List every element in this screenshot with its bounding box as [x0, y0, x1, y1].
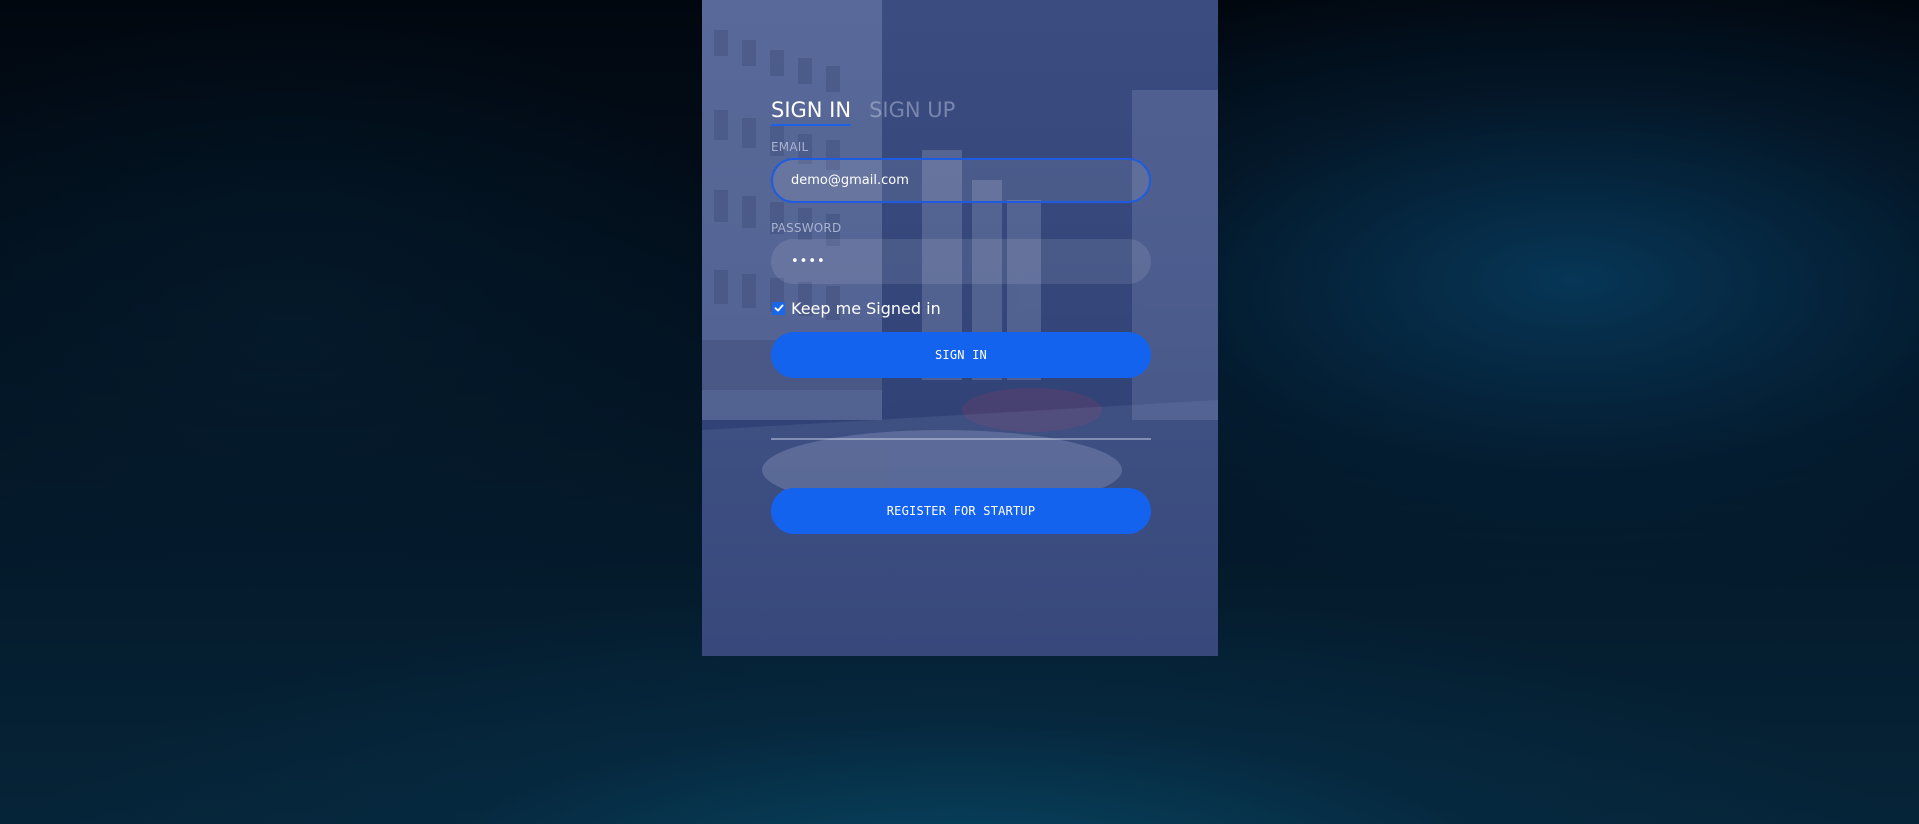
email-value: demo@gmail.com	[791, 173, 909, 188]
tab-sign-in[interactable]: SIGN IN	[771, 97, 852, 126]
email-field[interactable]: demo@gmail.com	[771, 158, 1151, 203]
sign-in-button[interactable]: SIGN IN	[771, 332, 1151, 378]
login-form: SIGN IN SIGN UP EMAIL demo@gmail.com PAS…	[771, 96, 1151, 534]
password-field[interactable]: ••••	[771, 239, 1151, 284]
keep-signed-in-row: Keep me Signed in	[771, 298, 1151, 318]
checkmark-icon	[774, 304, 783, 312]
password-label: PASSWORD	[771, 221, 842, 235]
keep-signed-in-checkbox[interactable]	[772, 301, 785, 315]
email-label: EMAIL	[771, 140, 809, 154]
auth-tabs: SIGN IN SIGN UP	[771, 96, 1151, 126]
keep-signed-in-label[interactable]: Keep me Signed in	[791, 299, 941, 318]
login-card: SIGN IN SIGN UP EMAIL demo@gmail.com PAS…	[702, 0, 1218, 656]
register-for-startup-button[interactable]: REGISTER FOR STARTUP	[771, 488, 1151, 534]
tab-sign-up[interactable]: SIGN UP	[869, 97, 955, 126]
divider	[771, 438, 1151, 440]
password-value: ••••	[791, 254, 826, 269]
